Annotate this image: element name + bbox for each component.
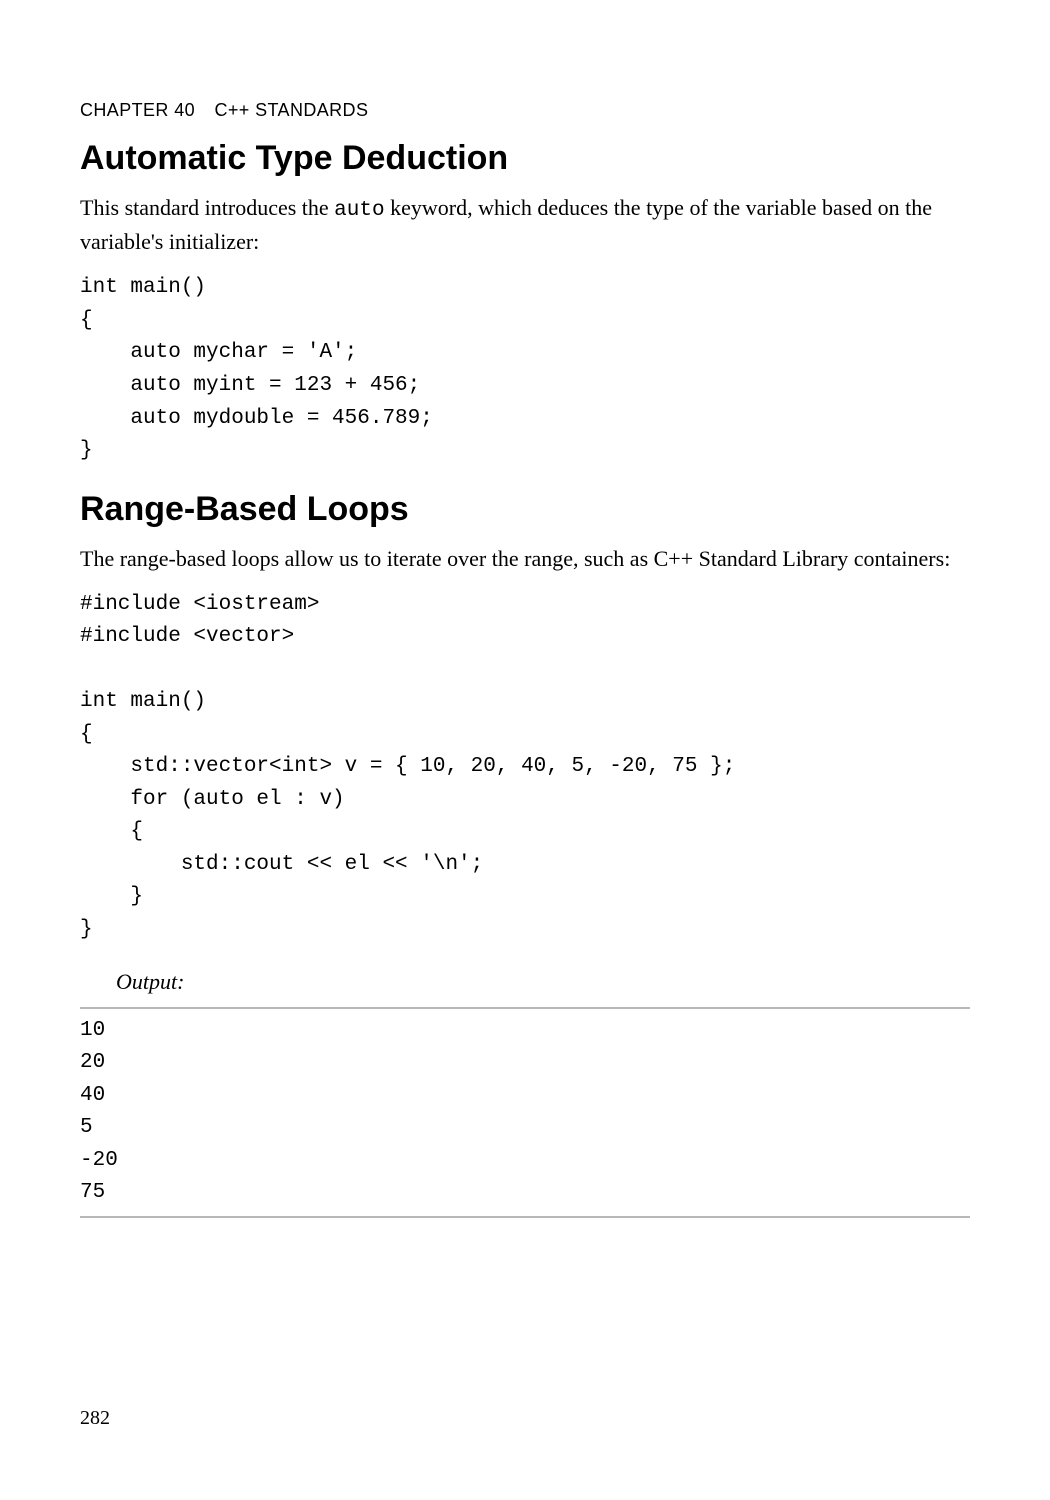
chapter-title: C++ STANDARDS [214, 100, 368, 120]
paragraph: The range-based loops allow us to iterat… [80, 543, 970, 575]
page: CHAPTER 40 C++ STANDARDS Automatic Type … [0, 0, 1050, 1500]
running-header: CHAPTER 40 C++ STANDARDS [80, 100, 970, 121]
section-heading-range-based-loops: Range-Based Loops [80, 490, 970, 529]
code-block: int main() { auto mychar = 'A'; auto myi… [80, 272, 970, 467]
output-text: 10 20 40 5 -20 75 [80, 1015, 970, 1210]
paragraph: This standard introduces the auto keywor… [80, 192, 970, 258]
section-heading-auto-type-deduction: Automatic Type Deduction [80, 139, 970, 178]
inline-code-auto: auto [334, 199, 384, 222]
divider [80, 1216, 970, 1218]
page-number: 282 [80, 1407, 110, 1430]
divider [80, 1007, 970, 1009]
output-block: 10 20 40 5 -20 75 [80, 1007, 970, 1218]
text: This standard introduces the [80, 195, 334, 220]
code-block: #include <iostream> #include <vector> in… [80, 589, 970, 947]
chapter-label: CHAPTER 40 [80, 100, 195, 120]
output-label: Output: [116, 969, 970, 995]
